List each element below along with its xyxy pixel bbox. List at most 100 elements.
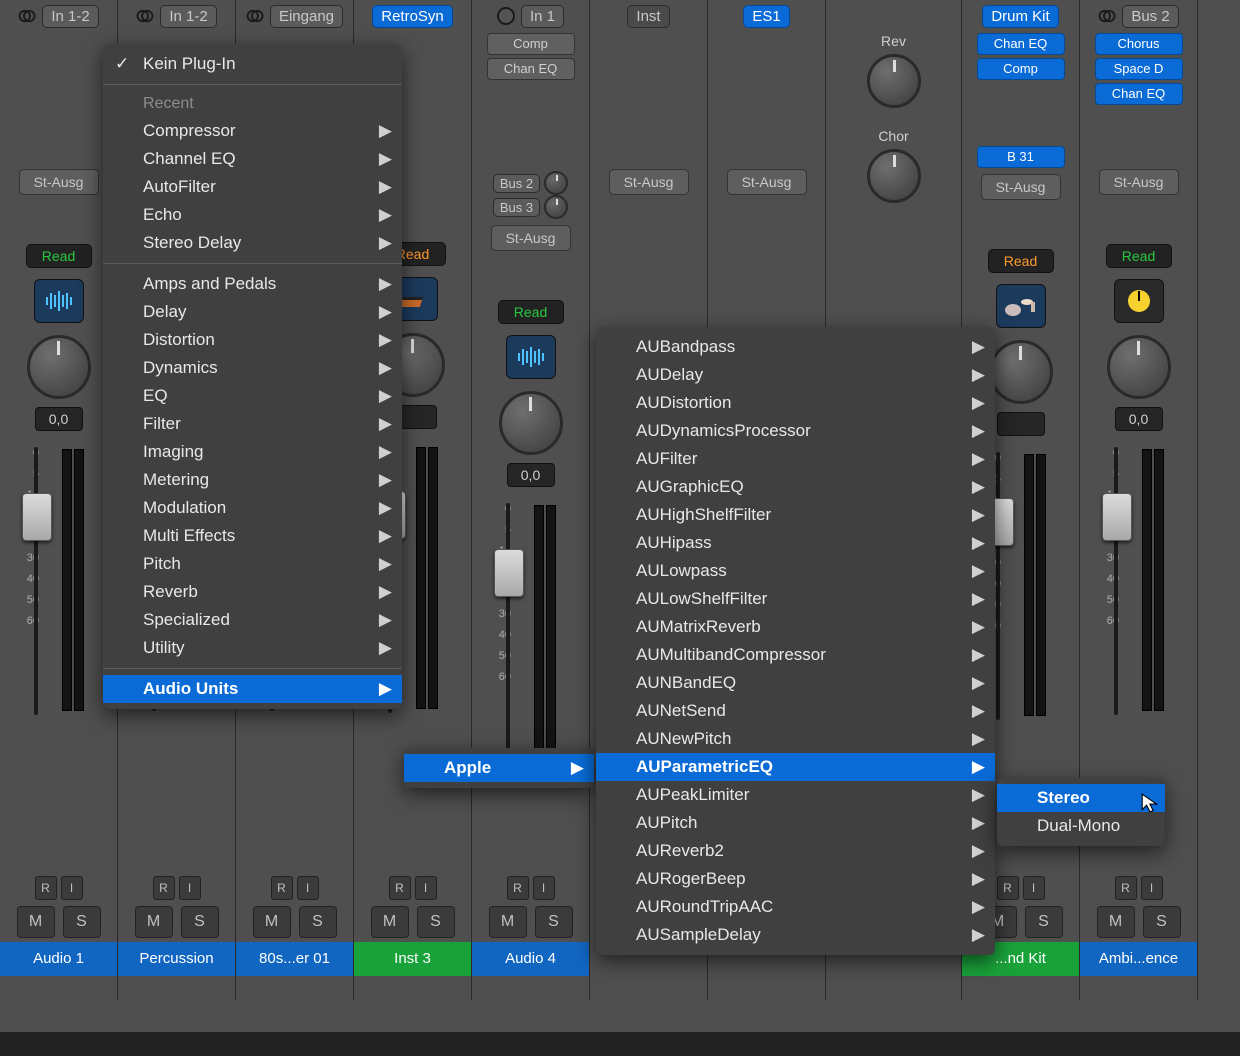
menu-item[interactable]: Pitch▶ (103, 550, 402, 578)
automation-mode-button[interactable]: Read (1106, 244, 1172, 268)
automation-mode-button[interactable]: Read (498, 300, 564, 324)
insert-slot[interactable]: Comp (487, 33, 575, 55)
menu-item[interactable]: AUFilter▶ (596, 445, 995, 473)
track-icon[interactable] (34, 279, 84, 323)
menu-item[interactable]: AULowpass▶ (596, 557, 995, 585)
input-chip[interactable]: Eingang (270, 5, 343, 28)
output-chip[interactable]: St-Ausg (19, 169, 99, 195)
insert-slot[interactable]: Chan EQ (1095, 83, 1183, 105)
solo-button[interactable]: S (417, 906, 455, 938)
send-slot[interactable]: Bus 3 (493, 198, 540, 217)
menu-item[interactable]: AUNewPitch▶ (596, 725, 995, 753)
mute-button[interactable]: M (371, 906, 409, 938)
menu-item[interactable]: AUHipass▶ (596, 529, 995, 557)
fader-track[interactable] (1114, 447, 1118, 715)
solo-button[interactable]: S (63, 906, 101, 938)
output-chip[interactable]: St-Ausg (1099, 169, 1179, 195)
menu-item[interactable]: Metering▶ (103, 466, 402, 494)
insert-slot[interactable]: Space D (1095, 58, 1183, 80)
fader-track[interactable] (996, 452, 1000, 720)
solo-button[interactable]: S (1025, 906, 1063, 938)
menu-item[interactable]: AUDynamicsProcessor▶ (596, 417, 995, 445)
menu-item[interactable]: AUHighShelfFilter▶ (596, 501, 995, 529)
instrument-chip[interactable]: Drum Kit (982, 5, 1058, 28)
input-chip[interactable]: Bus 2 (1122, 5, 1178, 28)
output-chip[interactable]: St-Ausg (609, 169, 689, 195)
automation-mode-button[interactable]: Read (26, 244, 92, 268)
menu-item[interactable]: AUReverb2▶ (596, 837, 995, 865)
insert-slot[interactable]: Chan EQ (487, 58, 575, 80)
pan-knob[interactable] (989, 340, 1053, 404)
au-plugin-list-menu[interactable]: AUBandpass▶AUDelay▶AUDistortion▶AUDynami… (596, 327, 995, 955)
record-enable-button[interactable]: R (35, 876, 57, 900)
track-name[interactable]: Inst 3 (354, 942, 471, 976)
pan-knob[interactable] (1107, 335, 1171, 399)
menu-item[interactable]: Imaging▶ (103, 438, 402, 466)
input-monitor-button[interactable]: I (1141, 876, 1163, 900)
plugin-manufacturer-menu[interactable]: Apple▶ (404, 748, 594, 788)
send-knob[interactable] (544, 171, 568, 195)
mute-button[interactable]: M (1097, 906, 1135, 938)
record-enable-button[interactable]: R (507, 876, 529, 900)
record-enable-button[interactable]: R (153, 876, 175, 900)
insert-slot[interactable]: Chan EQ (977, 33, 1065, 55)
menu-item[interactable]: Dual-Mono (997, 812, 1165, 840)
fader-handle[interactable] (1102, 493, 1132, 541)
menu-item[interactable]: Specialized▶ (103, 606, 402, 634)
input-chip[interactable]: In 1-2 (42, 5, 98, 28)
menu-item[interactable]: AUNetSend▶ (596, 697, 995, 725)
solo-button[interactable]: S (1143, 906, 1181, 938)
bus-knob[interactable] (867, 149, 921, 203)
fader-handle[interactable] (494, 549, 524, 597)
menu-item[interactable]: AURoundTripAAC▶ (596, 893, 995, 921)
menu-item[interactable]: AUParametricEQ▶ (596, 753, 995, 781)
fader-track[interactable] (506, 503, 510, 771)
menu-item[interactable]: Delay▶ (103, 298, 402, 326)
menu-item[interactable]: Utility▶ (103, 634, 402, 662)
menu-item[interactable]: Echo▶ (103, 201, 402, 229)
record-enable-button[interactable]: R (1115, 876, 1137, 900)
instrument-chip[interactable]: ES1 (743, 5, 789, 28)
input-monitor-button[interactable]: I (415, 876, 437, 900)
menu-item[interactable]: AUBandpass▶ (596, 333, 995, 361)
input-monitor-button[interactable]: I (179, 876, 201, 900)
instrument-chip[interactable]: Inst (627, 5, 669, 28)
menu-item[interactable]: Stereo Delay▶ (103, 229, 402, 257)
menu-item[interactable]: AURogerBeep▶ (596, 865, 995, 893)
input-monitor-button[interactable]: I (61, 876, 83, 900)
record-enable-button[interactable]: R (271, 876, 293, 900)
track-icon[interactable] (996, 284, 1046, 328)
menu-item[interactable]: Dynamics▶ (103, 354, 402, 382)
menu-item[interactable]: Amps and Pedals▶ (103, 270, 402, 298)
send-chip[interactable]: B 31 (977, 146, 1065, 168)
track-name[interactable]: Audio 1 (0, 942, 117, 976)
plugin-menu[interactable]: ✓Kein Plug-In Recent Compressor▶Channel … (103, 44, 402, 709)
input-monitor-button[interactable]: I (1023, 876, 1045, 900)
output-chip[interactable]: St-Ausg (491, 225, 571, 251)
bus-knob[interactable] (867, 54, 921, 108)
fader-handle[interactable] (22, 493, 52, 541)
menu-item[interactable]: AUPeakLimiter▶ (596, 781, 995, 809)
menu-item-audio-units[interactable]: Audio Units▶ (103, 675, 402, 703)
channel-mode-menu[interactable]: StereoDual-Mono (997, 778, 1165, 846)
solo-button[interactable]: S (535, 906, 573, 938)
record-enable-button[interactable]: R (389, 876, 411, 900)
mute-button[interactable]: M (135, 906, 173, 938)
menu-item[interactable]: AUMatrixReverb▶ (596, 613, 995, 641)
track-icon[interactable] (506, 335, 556, 379)
menu-item[interactable]: Distortion▶ (103, 326, 402, 354)
menu-item[interactable]: Filter▶ (103, 410, 402, 438)
output-chip[interactable]: St-Ausg (981, 174, 1061, 200)
track-name[interactable]: 80s...er 01 (236, 942, 353, 976)
menu-item-no-plugin[interactable]: ✓Kein Plug-In (103, 50, 402, 78)
pan-knob[interactable] (499, 391, 563, 455)
input-chip[interactable]: In 1 (521, 5, 564, 28)
solo-button[interactable]: S (181, 906, 219, 938)
send-knob[interactable] (544, 195, 568, 219)
mute-button[interactable]: M (253, 906, 291, 938)
send-slot[interactable]: Bus 2 (493, 174, 540, 193)
fader-track[interactable] (34, 447, 38, 715)
menu-item[interactable]: AUMultibandCompressor▶ (596, 641, 995, 669)
menu-item[interactable]: AULowShelfFilter▶ (596, 585, 995, 613)
menu-item[interactable]: Reverb▶ (103, 578, 402, 606)
